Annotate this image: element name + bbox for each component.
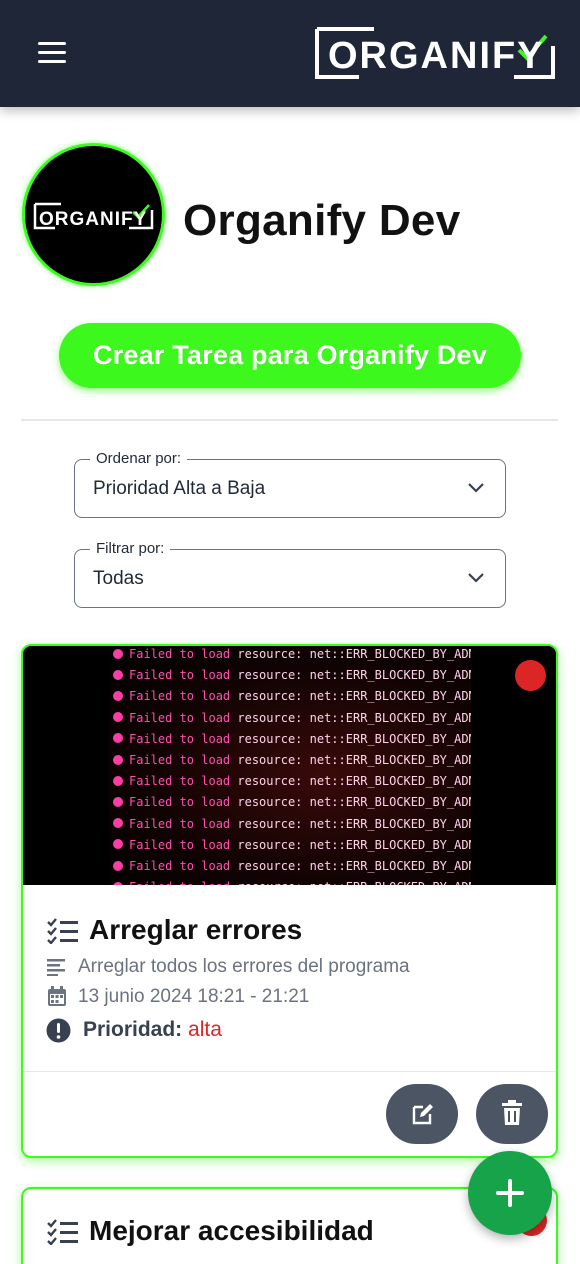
top-app-bar: ORGANIFY	[0, 0, 580, 107]
delete-task-button[interactable]	[476, 1084, 548, 1144]
console-error-line: Failed to load resource: net::ERR_BLOCKE…	[113, 877, 471, 885]
section-divider	[21, 419, 558, 421]
task-datetime: 13 junio 2024 18:21 - 21:21	[78, 986, 310, 1007]
sort-select-legend: Ordenar por:	[90, 450, 188, 467]
console-error-line: Failed to load resource: net::ERR_BLOCKE…	[113, 708, 471, 729]
task-title: Arreglar errores	[89, 914, 303, 945]
create-task-button[interactable]: Crear Tarea para Organify Dev	[59, 323, 521, 388]
error-x-icon	[113, 839, 123, 850]
filter-select-value: Todas	[93, 568, 144, 589]
calendar-icon	[48, 986, 66, 1006]
console-error-screenshot: Failed to load resource: net::ERR_BLOCKE…	[109, 646, 471, 885]
console-error-line: Failed to load resource: net::ERR_BLOCKE…	[113, 646, 471, 665]
filter-select[interactable]: Filtrar por: Todas	[74, 540, 506, 608]
hamburger-menu-icon[interactable]	[38, 40, 66, 64]
error-x-icon	[113, 818, 123, 829]
console-error-line: Failed to load resource: net::ERR_BLOCKE…	[113, 729, 471, 750]
error-x-icon	[113, 648, 123, 659]
console-error-line: Failed to load resource: net::ERR_BLOCKE…	[113, 814, 471, 835]
brand-logo[interactable]: ORGANIFY	[314, 26, 556, 80]
card-footer-divider	[23, 1071, 556, 1072]
add-task-fab[interactable]	[468, 1151, 552, 1235]
error-x-icon	[113, 796, 123, 807]
console-error-line: Failed to load resource: net::ERR_BLOCKE…	[113, 665, 471, 686]
edit-icon	[412, 1104, 433, 1125]
console-error-line: Failed to load resource: net::ERR_BLOCKE…	[113, 856, 471, 877]
plus-icon	[496, 1179, 524, 1207]
chevron-down-icon	[468, 483, 484, 493]
error-x-icon	[113, 754, 123, 765]
task-description: Arreglar todos los errores del programa	[78, 956, 410, 977]
error-x-icon	[113, 775, 123, 786]
edit-task-button[interactable]	[386, 1084, 458, 1144]
brand-logo-text: ORGANIFY	[328, 35, 545, 77]
task-priority: Prioridad: alta	[83, 1018, 222, 1042]
avatar-logo-text: ORGANIFY	[39, 209, 147, 230]
exclamation-circle-icon	[46, 1018, 71, 1043]
chevron-down-icon	[468, 573, 484, 583]
error-x-icon	[113, 881, 123, 885]
filter-select-legend: Filtrar por:	[90, 540, 171, 557]
error-x-icon	[113, 733, 123, 744]
trash-icon	[502, 1100, 522, 1125]
error-x-icon	[113, 860, 123, 871]
sort-select[interactable]: Ordenar por: Prioridad Alta a Baja	[74, 450, 506, 518]
error-x-icon	[113, 712, 123, 723]
task-list-icon	[47, 1219, 78, 1245]
console-error-line: Failed to load resource: net::ERR_BLOCKE…	[113, 771, 471, 792]
task-card[interactable]: Failed to load resource: net::ERR_BLOCKE…	[21, 644, 558, 1158]
task-image: Failed to load resource: net::ERR_BLOCKE…	[23, 646, 556, 885]
task-priority-value: alta	[188, 1018, 222, 1041]
description-icon	[47, 959, 65, 976]
error-x-icon	[113, 669, 123, 680]
console-error-line: Failed to load resource: net::ERR_BLOCKE…	[113, 792, 471, 813]
error-x-icon	[113, 690, 123, 701]
task-title: Mejorar accesibilidad	[89, 1215, 374, 1246]
priority-indicator-dot	[515, 660, 546, 691]
sort-select-value: Prioridad Alta a Baja	[93, 478, 266, 499]
profile-name: Organify Dev	[183, 196, 461, 245]
console-error-line: Failed to load resource: net::ERR_BLOCKE…	[113, 835, 471, 856]
console-error-line: Failed to load resource: net::ERR_BLOCKE…	[113, 750, 471, 771]
task-priority-label: Prioridad:	[83, 1018, 183, 1041]
task-list-icon	[47, 918, 78, 944]
console-error-line: Failed to load resource: net::ERR_BLOCKE…	[113, 686, 471, 707]
profile-avatar: ORGANIFY	[22, 143, 165, 286]
